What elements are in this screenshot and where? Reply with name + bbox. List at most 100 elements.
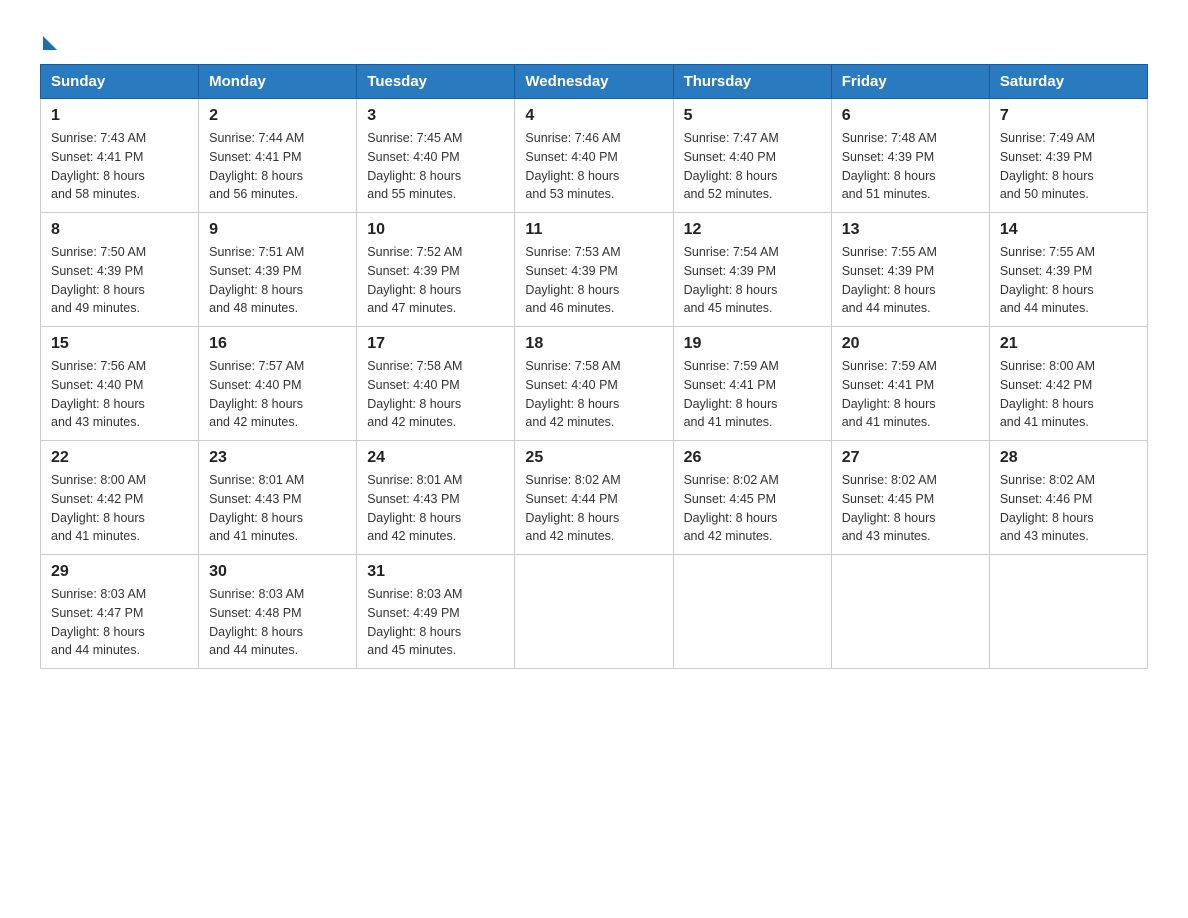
- day-info: Sunrise: 7:46 AM Sunset: 4:40 PM Dayligh…: [525, 129, 662, 204]
- calendar-cell: 16 Sunrise: 7:57 AM Sunset: 4:40 PM Dayl…: [199, 327, 357, 441]
- day-info: Sunrise: 7:59 AM Sunset: 4:41 PM Dayligh…: [684, 357, 821, 432]
- day-info: Sunrise: 7:57 AM Sunset: 4:40 PM Dayligh…: [209, 357, 346, 432]
- calendar-cell: 29 Sunrise: 8:03 AM Sunset: 4:47 PM Dayl…: [41, 555, 199, 669]
- day-info: Sunrise: 7:43 AM Sunset: 4:41 PM Dayligh…: [51, 129, 188, 204]
- day-info: Sunrise: 8:00 AM Sunset: 4:42 PM Dayligh…: [1000, 357, 1137, 432]
- day-info: Sunrise: 8:03 AM Sunset: 4:49 PM Dayligh…: [367, 585, 504, 660]
- header-tuesday: Tuesday: [357, 65, 515, 99]
- calendar-week-4: 22 Sunrise: 8:00 AM Sunset: 4:42 PM Dayl…: [41, 441, 1148, 555]
- calendar-cell: 15 Sunrise: 7:56 AM Sunset: 4:40 PM Dayl…: [41, 327, 199, 441]
- calendar-cell: 6 Sunrise: 7:48 AM Sunset: 4:39 PM Dayli…: [831, 99, 989, 213]
- calendar-cell: [989, 555, 1147, 669]
- day-number: 19: [684, 335, 821, 353]
- calendar-cell: 4 Sunrise: 7:46 AM Sunset: 4:40 PM Dayli…: [515, 99, 673, 213]
- calendar-cell: 21 Sunrise: 8:00 AM Sunset: 4:42 PM Dayl…: [989, 327, 1147, 441]
- day-info: Sunrise: 8:02 AM Sunset: 4:44 PM Dayligh…: [525, 471, 662, 546]
- day-number: 22: [51, 449, 188, 467]
- day-number: 6: [842, 107, 979, 125]
- day-number: 28: [1000, 449, 1137, 467]
- calendar-cell: 2 Sunrise: 7:44 AM Sunset: 4:41 PM Dayli…: [199, 99, 357, 213]
- day-number: 21: [1000, 335, 1137, 353]
- calendar-header-row: SundayMondayTuesdayWednesdayThursdayFrid…: [41, 65, 1148, 99]
- calendar-cell: 27 Sunrise: 8:02 AM Sunset: 4:45 PM Dayl…: [831, 441, 989, 555]
- day-info: Sunrise: 7:49 AM Sunset: 4:39 PM Dayligh…: [1000, 129, 1137, 204]
- header-sunday: Sunday: [41, 65, 199, 99]
- header-monday: Monday: [199, 65, 357, 99]
- calendar-cell: 17 Sunrise: 7:58 AM Sunset: 4:40 PM Dayl…: [357, 327, 515, 441]
- calendar-cell: 5 Sunrise: 7:47 AM Sunset: 4:40 PM Dayli…: [673, 99, 831, 213]
- calendar-cell: 8 Sunrise: 7:50 AM Sunset: 4:39 PM Dayli…: [41, 213, 199, 327]
- day-number: 9: [209, 221, 346, 239]
- calendar-cell: 22 Sunrise: 8:00 AM Sunset: 4:42 PM Dayl…: [41, 441, 199, 555]
- day-info: Sunrise: 7:59 AM Sunset: 4:41 PM Dayligh…: [842, 357, 979, 432]
- calendar-cell: 30 Sunrise: 8:03 AM Sunset: 4:48 PM Dayl…: [199, 555, 357, 669]
- day-number: 14: [1000, 221, 1137, 239]
- day-info: Sunrise: 8:00 AM Sunset: 4:42 PM Dayligh…: [51, 471, 188, 546]
- day-info: Sunrise: 7:58 AM Sunset: 4:40 PM Dayligh…: [367, 357, 504, 432]
- calendar-cell: 3 Sunrise: 7:45 AM Sunset: 4:40 PM Dayli…: [357, 99, 515, 213]
- calendar-week-5: 29 Sunrise: 8:03 AM Sunset: 4:47 PM Dayl…: [41, 555, 1148, 669]
- calendar-cell: 23 Sunrise: 8:01 AM Sunset: 4:43 PM Dayl…: [199, 441, 357, 555]
- day-info: Sunrise: 7:56 AM Sunset: 4:40 PM Dayligh…: [51, 357, 188, 432]
- calendar-cell: 14 Sunrise: 7:55 AM Sunset: 4:39 PM Dayl…: [989, 213, 1147, 327]
- calendar-cell: 7 Sunrise: 7:49 AM Sunset: 4:39 PM Dayli…: [989, 99, 1147, 213]
- day-number: 2: [209, 107, 346, 125]
- day-number: 8: [51, 221, 188, 239]
- day-number: 20: [842, 335, 979, 353]
- calendar-table: SundayMondayTuesdayWednesdayThursdayFrid…: [40, 64, 1148, 669]
- day-info: Sunrise: 8:02 AM Sunset: 4:45 PM Dayligh…: [842, 471, 979, 546]
- day-info: Sunrise: 7:52 AM Sunset: 4:39 PM Dayligh…: [367, 243, 504, 318]
- day-number: 31: [367, 563, 504, 581]
- day-number: 29: [51, 563, 188, 581]
- header-thursday: Thursday: [673, 65, 831, 99]
- logo: [40, 30, 57, 44]
- day-info: Sunrise: 7:54 AM Sunset: 4:39 PM Dayligh…: [684, 243, 821, 318]
- day-info: Sunrise: 8:03 AM Sunset: 4:48 PM Dayligh…: [209, 585, 346, 660]
- day-number: 1: [51, 107, 188, 125]
- day-info: Sunrise: 7:53 AM Sunset: 4:39 PM Dayligh…: [525, 243, 662, 318]
- day-number: 7: [1000, 107, 1137, 125]
- day-info: Sunrise: 7:55 AM Sunset: 4:39 PM Dayligh…: [842, 243, 979, 318]
- calendar-cell: 25 Sunrise: 8:02 AM Sunset: 4:44 PM Dayl…: [515, 441, 673, 555]
- calendar-cell: 12 Sunrise: 7:54 AM Sunset: 4:39 PM Dayl…: [673, 213, 831, 327]
- calendar-cell: 19 Sunrise: 7:59 AM Sunset: 4:41 PM Dayl…: [673, 327, 831, 441]
- calendar-cell: [515, 555, 673, 669]
- day-info: Sunrise: 7:48 AM Sunset: 4:39 PM Dayligh…: [842, 129, 979, 204]
- day-info: Sunrise: 8:01 AM Sunset: 4:43 PM Dayligh…: [367, 471, 504, 546]
- day-number: 12: [684, 221, 821, 239]
- header-wednesday: Wednesday: [515, 65, 673, 99]
- day-number: 26: [684, 449, 821, 467]
- day-number: 23: [209, 449, 346, 467]
- page-header: [40, 30, 1148, 44]
- day-number: 18: [525, 335, 662, 353]
- day-number: 24: [367, 449, 504, 467]
- day-number: 13: [842, 221, 979, 239]
- calendar-cell: 18 Sunrise: 7:58 AM Sunset: 4:40 PM Dayl…: [515, 327, 673, 441]
- logo-triangle-icon: [43, 36, 57, 50]
- calendar-cell: 9 Sunrise: 7:51 AM Sunset: 4:39 PM Dayli…: [199, 213, 357, 327]
- calendar-cell: 28 Sunrise: 8:02 AM Sunset: 4:46 PM Dayl…: [989, 441, 1147, 555]
- calendar-cell: 13 Sunrise: 7:55 AM Sunset: 4:39 PM Dayl…: [831, 213, 989, 327]
- day-info: Sunrise: 7:45 AM Sunset: 4:40 PM Dayligh…: [367, 129, 504, 204]
- day-info: Sunrise: 8:01 AM Sunset: 4:43 PM Dayligh…: [209, 471, 346, 546]
- day-number: 30: [209, 563, 346, 581]
- day-info: Sunrise: 8:03 AM Sunset: 4:47 PM Dayligh…: [51, 585, 188, 660]
- header-friday: Friday: [831, 65, 989, 99]
- day-number: 17: [367, 335, 504, 353]
- day-number: 15: [51, 335, 188, 353]
- calendar-cell: 24 Sunrise: 8:01 AM Sunset: 4:43 PM Dayl…: [357, 441, 515, 555]
- day-info: Sunrise: 7:44 AM Sunset: 4:41 PM Dayligh…: [209, 129, 346, 204]
- day-number: 10: [367, 221, 504, 239]
- calendar-cell: 10 Sunrise: 7:52 AM Sunset: 4:39 PM Dayl…: [357, 213, 515, 327]
- day-info: Sunrise: 7:47 AM Sunset: 4:40 PM Dayligh…: [684, 129, 821, 204]
- day-info: Sunrise: 7:55 AM Sunset: 4:39 PM Dayligh…: [1000, 243, 1137, 318]
- calendar-cell: 20 Sunrise: 7:59 AM Sunset: 4:41 PM Dayl…: [831, 327, 989, 441]
- calendar-cell: 26 Sunrise: 8:02 AM Sunset: 4:45 PM Dayl…: [673, 441, 831, 555]
- header-saturday: Saturday: [989, 65, 1147, 99]
- day-number: 5: [684, 107, 821, 125]
- day-number: 27: [842, 449, 979, 467]
- day-number: 11: [525, 221, 662, 239]
- day-number: 4: [525, 107, 662, 125]
- calendar-cell: [673, 555, 831, 669]
- day-info: Sunrise: 7:50 AM Sunset: 4:39 PM Dayligh…: [51, 243, 188, 318]
